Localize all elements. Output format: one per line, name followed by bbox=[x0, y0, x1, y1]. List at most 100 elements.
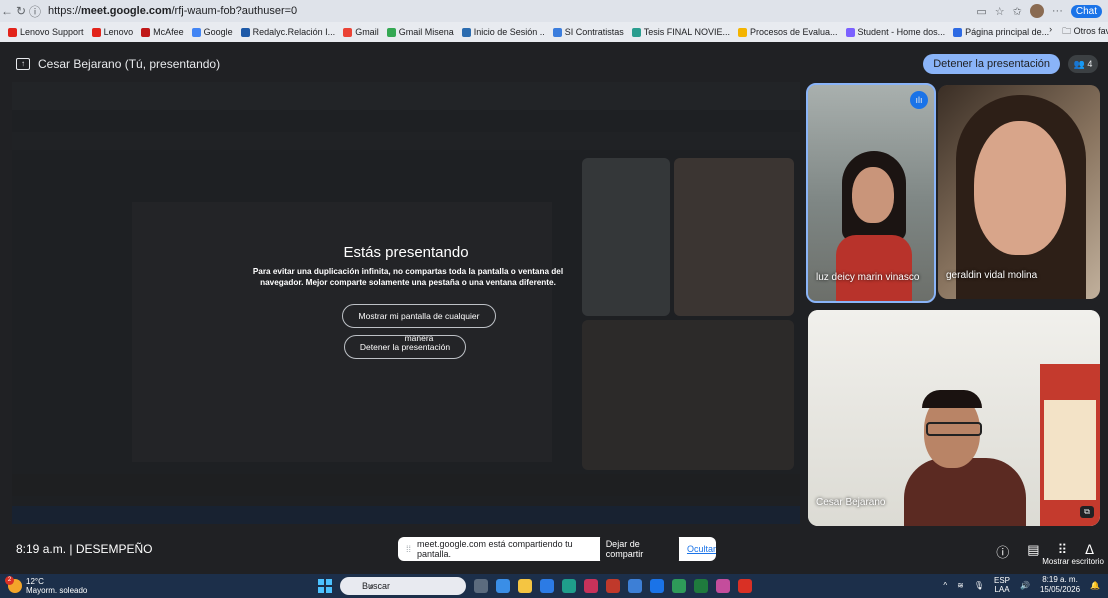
other-bookmarks[interactable]: 🗀 Otros favoritos bbox=[1062, 24, 1108, 40]
meet-header: ↑ Cesar Bejarano (Tú, presentando) Deten… bbox=[0, 52, 1108, 76]
bookmark-favicon-icon bbox=[8, 27, 17, 37]
stop-presenting-inline-button[interactable]: Detener la presentación bbox=[344, 335, 466, 359]
weather-widget[interactable]: 2 12°C Mayorm. soleado bbox=[5, 576, 88, 595]
bookmark-favicon-icon bbox=[953, 27, 963, 37]
app-icon-8[interactable] bbox=[628, 579, 642, 593]
bookmark-item[interactable]: Lenovo Support bbox=[8, 27, 84, 37]
hide-link[interactable]: Ocultar bbox=[687, 544, 716, 554]
bookmark-favicon-icon bbox=[631, 27, 641, 37]
bookmark-item[interactable]: McAfee bbox=[141, 27, 184, 37]
dim-overlay bbox=[12, 82, 800, 524]
bookmark-item[interactable]: Google bbox=[191, 27, 233, 37]
show-screen-anyway-button[interactable]: Mostrar mi pantalla de cualquier manera bbox=[342, 304, 496, 343]
people-indicator[interactable]: 👥 4 bbox=[1068, 55, 1098, 73]
bookmark-favicon-icon bbox=[386, 27, 396, 37]
bookmark-item[interactable]: Tesis FINAL NOVIE... bbox=[631, 27, 730, 37]
participant-name: Cesar Bejarano bbox=[816, 497, 886, 508]
bookmark-item[interactable]: Lenovo bbox=[91, 27, 133, 37]
stop-presenting-button[interactable]: Detener la presentación bbox=[923, 54, 1060, 74]
chevron-right-icon[interactable]: › bbox=[1049, 24, 1052, 40]
bookmarks-bar: Lenovo Support Lenovo McAfee Google Redalyc.… bbox=[0, 22, 1108, 42]
more-icon[interactable]: ··· bbox=[1052, 5, 1063, 17]
system-tray: ^ ≋ 🎙 ESP LAA 🔊 8:19 a. m. 15/05/2026 🔔 bbox=[943, 575, 1100, 595]
file-explorer-icon[interactable] bbox=[518, 579, 532, 593]
bookmark-label: Student - Home dos... bbox=[857, 27, 946, 37]
chrome-icon[interactable] bbox=[650, 579, 664, 593]
url-field[interactable]: https://meet.google.com/rfj-waum-fob?aut… bbox=[48, 5, 297, 17]
bookmark-label: SI Contratistas bbox=[564, 27, 624, 37]
bookmark-favicon-icon bbox=[461, 27, 471, 37]
bookmark-label: McAfee bbox=[153, 27, 184, 37]
network-icon[interactable]: ≋ bbox=[957, 581, 964, 590]
mic-icon[interactable]: 🎙 bbox=[974, 581, 984, 590]
bookmark-label: Página principal de... bbox=[965, 27, 1050, 37]
participant-name: luz deicy marin vinasco bbox=[816, 272, 920, 283]
star-icon[interactable]: ☆ bbox=[995, 5, 1005, 18]
bookmark-label: Google bbox=[203, 27, 233, 37]
edge-icon[interactable] bbox=[562, 579, 576, 593]
store-icon[interactable] bbox=[540, 579, 554, 593]
language-indicator[interactable]: ESP LAA bbox=[994, 576, 1010, 594]
bookmark-favicon-icon bbox=[91, 27, 101, 37]
pdf-icon[interactable] bbox=[738, 579, 752, 593]
bookmark-favicon-icon bbox=[141, 27, 151, 37]
app-icon-1[interactable] bbox=[496, 579, 510, 593]
bookmark-item[interactable]: Student - Home dos... bbox=[845, 27, 946, 37]
bookmark-label: Lenovo Support bbox=[20, 27, 84, 37]
app-icon-6[interactable] bbox=[584, 579, 598, 593]
chevron-up-icon[interactable]: ^ bbox=[943, 581, 947, 590]
site-info-icon[interactable]: ⓘ bbox=[28, 3, 42, 20]
bookmark-favicon-icon bbox=[737, 27, 747, 37]
reload-icon[interactable]: ↻ bbox=[14, 4, 28, 18]
browser-address-bar: ← ↻ ⓘ https://meet.google.com/rfj-waum-f… bbox=[0, 0, 1108, 22]
volume-icon[interactable]: 🔊 bbox=[1020, 581, 1030, 590]
drag-handle-icon[interactable]: ⁞⁞ bbox=[406, 544, 411, 554]
bookmark-item[interactable]: Redalyc.Relación I... bbox=[240, 27, 335, 37]
screen-icon[interactable]: ▭ bbox=[976, 5, 986, 18]
app-icon-12[interactable] bbox=[716, 579, 730, 593]
weather-icon: 2 bbox=[5, 576, 22, 593]
present-screen-icon: ↑ bbox=[16, 58, 30, 70]
excel-icon[interactable] bbox=[694, 579, 708, 593]
profile-avatar[interactable] bbox=[1029, 4, 1044, 18]
windows-taskbar: 2 12°C Mayorm. soleado bbox=[0, 574, 1108, 598]
bookmark-item[interactable]: Procesos de Evalua... bbox=[737, 27, 838, 37]
bookmark-favicon-icon bbox=[552, 27, 562, 37]
notification-icon[interactable]: 🔔 bbox=[1090, 581, 1100, 590]
bookmark-label: Gmail Misena bbox=[398, 27, 454, 37]
screen-share-notice: ⁞⁞ meet.google.com está compartiendo tu … bbox=[398, 535, 716, 563]
bookmark-label: Gmail bbox=[355, 27, 379, 37]
bookmark-item[interactable]: Gmail Misena bbox=[386, 27, 454, 37]
taskbar-search-input[interactable]: ⌕ Buscar bbox=[340, 577, 466, 595]
bookmark-label: Tesis FINAL NOVIE... bbox=[643, 27, 730, 37]
bookmark-item[interactable]: Página principal de... bbox=[953, 27, 1049, 37]
windows-start-icon[interactable] bbox=[318, 579, 332, 593]
bookmark-item[interactable]: SI Contratistas bbox=[552, 27, 624, 37]
participant-tile-2[interactable]: geraldin vidal molina bbox=[938, 85, 1100, 299]
back-arrow-icon[interactable]: ← bbox=[0, 4, 14, 18]
mcafee-icon[interactable] bbox=[606, 579, 620, 593]
task-view-icon[interactable] bbox=[474, 579, 488, 593]
favorites-icon[interactable]: ✩ bbox=[1013, 5, 1022, 18]
bookmark-label: Procesos de Evalua... bbox=[749, 27, 838, 37]
chat-button[interactable]: Chat bbox=[1070, 4, 1102, 18]
bookmark-item[interactable]: Gmail bbox=[343, 27, 379, 37]
app-icon-10[interactable] bbox=[672, 579, 686, 593]
bookmark-favicon-icon bbox=[191, 27, 201, 37]
participant-tile-1[interactable]: ılı luz deicy marin vinasco bbox=[806, 83, 936, 303]
search-icon: ⌕ bbox=[369, 581, 375, 591]
taskbar-clock[interactable]: 8:19 a. m. 15/05/2026 bbox=[1040, 575, 1080, 595]
presenting-warning: Para evitar una duplicación infinita, no… bbox=[252, 267, 564, 287]
bookmark-item[interactable]: Inicio de Sesión .. bbox=[461, 27, 545, 37]
bookmark-label: Inicio de Sesión .. bbox=[473, 27, 545, 37]
stop-sharing-button[interactable]: Dejar de compartir bbox=[599, 535, 679, 563]
weather-desc: Mayorm. soleado bbox=[26, 586, 88, 595]
pin-icon[interactable]: ⧉ bbox=[1080, 506, 1094, 518]
participant-name: geraldin vidal molina bbox=[946, 270, 1038, 281]
weather-temp: 12°C bbox=[26, 577, 44, 586]
participant-tile-3[interactable]: Cesar Bejarano ⧉ bbox=[808, 310, 1100, 526]
info-icon[interactable]: ⓘ bbox=[996, 542, 1009, 561]
share-notice-text: meet.google.com está compartiendo tu pan… bbox=[417, 539, 573, 559]
presentation-area: Estás presentando Para evitar una duplic… bbox=[12, 82, 800, 524]
show-desktop-tooltip: Mostrar escritorio bbox=[1038, 555, 1108, 568]
